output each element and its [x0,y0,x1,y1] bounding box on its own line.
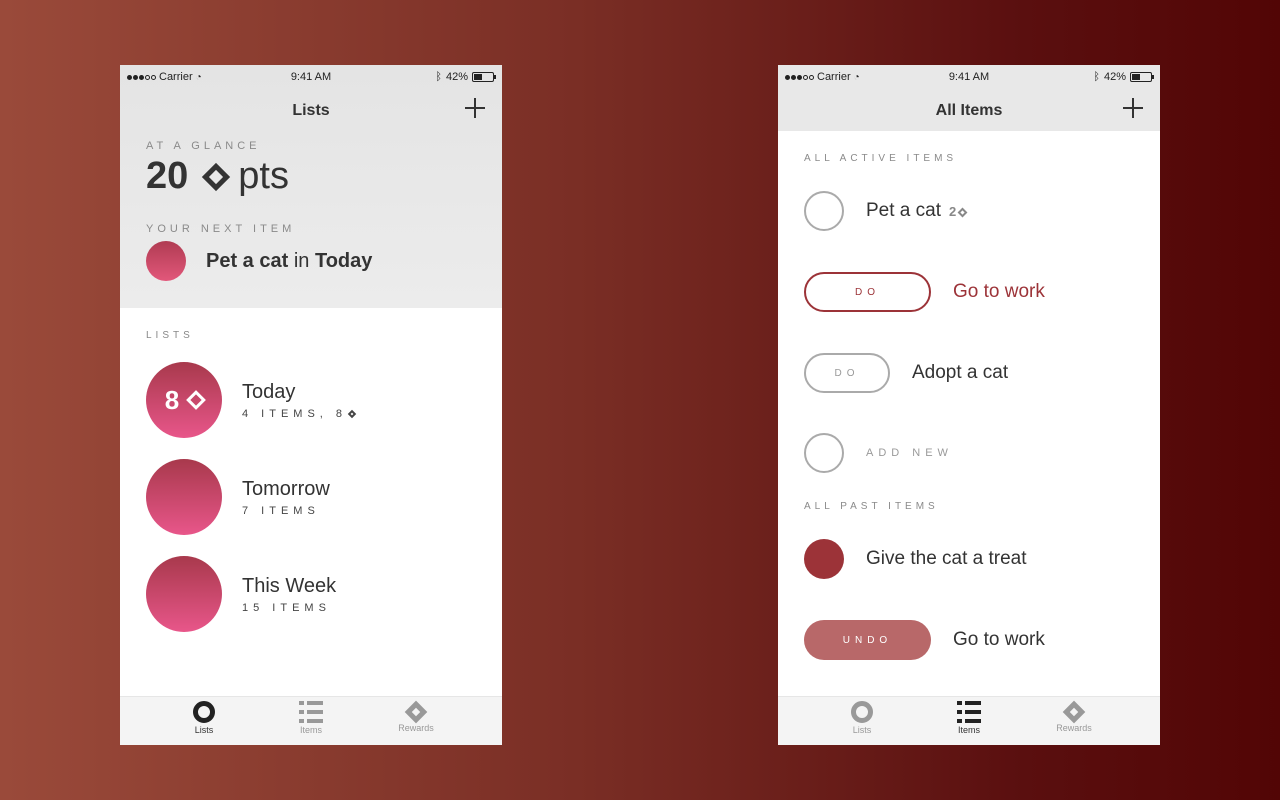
page-title: All Items [935,102,1003,119]
tab-lists[interactable]: Lists [832,701,892,735]
active-item[interactable]: DO Adopt a cat [804,353,1008,393]
lists-ring-icon [193,701,215,723]
points-value: 20 [146,155,189,197]
past-item[interactable]: UNDO Go to work [804,620,1045,660]
status-bar: Carrier ◔ 9:41 AM ᛒ 42% [778,65,1160,89]
list-name: This Week [242,574,337,597]
lists-section-label: LISTS [146,330,194,341]
list-circle [146,556,222,632]
status-right: ᛒ 42% [1093,71,1154,83]
list-badge: 8 [146,362,222,438]
list-item-tomorrow[interactable]: Tomorrow 7 ITEMS [146,459,330,535]
item-checkbox[interactable] [804,191,844,231]
all-items-screen: Carrier ◔ 9:41 AM ᛒ 42% All Items ALL AC… [778,65,1160,745]
tab-label: Lists [852,725,872,735]
lists-ring-icon [851,701,873,723]
item-text: Pet a cat [866,200,941,221]
tab-items[interactable]: Items [281,701,341,735]
status-right: ᛒ 42% [435,71,496,83]
points-unit: pts [238,155,289,197]
nav-bar: Lists [120,89,502,131]
undo-button[interactable]: UNDO [804,620,931,660]
items-list-icon [957,701,981,723]
list-count: 15 ITEMS [242,601,331,614]
past-items-label: ALL PAST ITEMS [804,501,939,512]
list-name: Tomorrow [242,477,330,500]
points-diamond-icon [202,162,231,191]
tab-rewards[interactable]: Rewards [386,700,446,733]
bluetooth-icon: ᛒ [435,71,442,83]
item-points: 2 [949,204,968,219]
badge-diamond-icon [186,390,207,410]
next-item-in: in [293,249,310,272]
add-new-label: ADD NEW [866,447,953,459]
do-button[interactable]: DO [804,272,931,312]
item-text: Adopt a cat [912,362,1009,383]
battery-icon [1130,72,1154,82]
past-item[interactable]: Give the cat a treat [804,539,1027,579]
add-item-button[interactable] [1122,97,1144,119]
nav-bar: All Items [778,89,1160,131]
battery-percent: 42% [445,71,468,83]
items-list-icon [299,701,323,723]
list-item-this-week[interactable]: This Week 15 ITEMS [146,556,336,632]
next-item-label: YOUR NEXT ITEM [146,223,296,235]
active-item[interactable]: Pet a cat 2 [804,191,968,231]
tab-lists[interactable]: Lists [174,701,234,735]
add-new-item[interactable]: ADD NEW [804,433,953,473]
tab-bar: Lists Items Rewards [778,696,1160,745]
battery-percent: 42% [1103,71,1126,83]
item-text: Go to work [953,281,1045,302]
rewards-diamond-icon [404,700,428,724]
next-item[interactable]: Pet a cat in Today [146,241,372,281]
list-name: Today [242,380,296,403]
tab-items[interactable]: Items [939,701,999,735]
tab-bar: Lists Items Rewards [120,696,502,745]
list-count: 4 ITEMS, 8 [242,408,357,420]
list-count: 7 ITEMS [242,504,320,517]
add-new-circle[interactable] [804,433,844,473]
status-bar: Carrier ◔ 9:41 AM ᛒ 42% [120,65,502,89]
rewards-diamond-icon [1062,700,1086,724]
item-done-circle[interactable] [804,539,844,579]
add-list-button[interactable] [464,97,486,119]
active-item[interactable]: DO Go to work [804,272,1045,312]
lists-screen: Carrier ◔ 9:41 AM ᛒ 42% Lists AT A GLANC… [120,65,502,745]
tab-label: Rewards [398,723,434,733]
tab-label: Lists [194,725,214,735]
points-total: 20 pts [146,155,289,198]
tab-label: Items [957,725,980,735]
battery-icon [472,72,496,82]
page-title: Lists [292,102,330,119]
bluetooth-icon: ᛒ [1093,71,1100,83]
small-diamond-icon [347,409,357,418]
next-item-name: Pet a cat [206,249,289,272]
glance-label: AT A GLANCE [146,140,261,152]
list-badge-points: 8 [164,384,180,415]
small-diamond-icon [957,207,968,217]
next-item-text: Pet a cat in Today [206,250,372,273]
list-circle [146,459,222,535]
item-text: Give the cat a treat [866,548,1027,569]
next-item-list: Today [314,249,373,272]
tab-label: Rewards [1056,723,1092,733]
list-item-today[interactable]: 8 Today 4 ITEMS, 8 [146,362,357,438]
do-button[interactable]: DO [804,353,890,393]
tab-label: Items [299,725,322,735]
active-items-label: ALL ACTIVE ITEMS [804,153,958,164]
item-text: Go to work [953,629,1045,650]
next-item-circle [146,241,186,281]
tab-rewards[interactable]: Rewards [1044,700,1104,733]
